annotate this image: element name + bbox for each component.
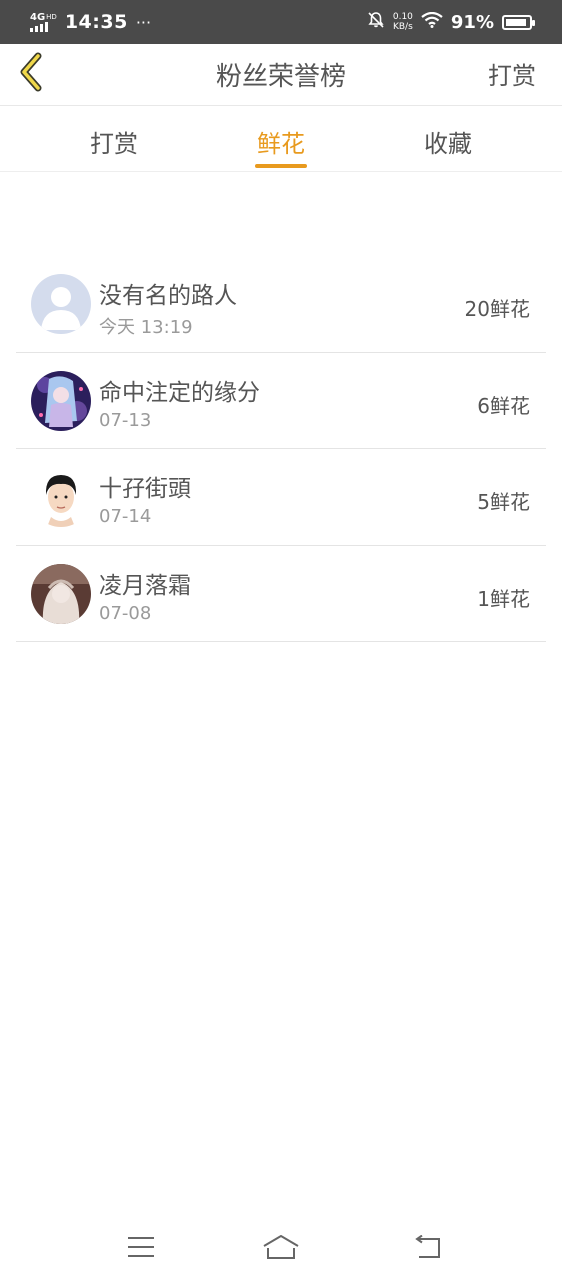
- fan-time: 07-08: [99, 602, 152, 624]
- fan-name: 命中注定的缘分: [99, 379, 260, 406]
- flower-count: 20鲜花: [464, 297, 530, 321]
- reward-button[interactable]: 打赏: [488, 56, 536, 91]
- menu-icon: [128, 1237, 154, 1257]
- fan-time: 今天 13:19: [99, 317, 193, 338]
- back-nav-button[interactable]: [408, 1230, 448, 1264]
- home-button[interactable]: [261, 1230, 301, 1264]
- fan-time: 07-14: [99, 506, 152, 527]
- anime-girl-avatar-icon: [31, 370, 91, 431]
- list-item[interactable]: 没有名的路人 今天 13:19 20鲜花: [16, 256, 546, 353]
- bell-off-icon: [367, 11, 385, 34]
- battery-icon: [502, 14, 535, 30]
- back-icon: [415, 1235, 440, 1258]
- status-bar: 4G HD 14:35 ··· 0.10 KB/s 91%: [0, 0, 562, 44]
- clock: 14:35: [64, 11, 128, 33]
- active-tab-indicator: [255, 164, 307, 168]
- speed-unit: KB/s: [392, 22, 413, 32]
- tab-reward[interactable]: 打赏: [54, 124, 174, 159]
- tab-bar: 打赏 鲜花 收藏: [0, 106, 562, 172]
- network-speed: 0.10 KB/s: [393, 12, 413, 32]
- flower-count: 5鲜花: [477, 490, 530, 514]
- fan-ranking-list: 没有名的路人 今天 13:19 20鲜花 命中注定的缘分 07-13 6鲜花 十…: [16, 256, 546, 642]
- network-hd: HD: [46, 12, 57, 21]
- network-indicator: 4G HD: [30, 11, 57, 32]
- pale-figure-avatar-icon: [31, 563, 91, 624]
- avatar: [31, 563, 91, 624]
- list-item[interactable]: 凌月落霜 07-08 1鲜花: [16, 546, 546, 642]
- signal-icon: [30, 21, 48, 32]
- more-notifications-icon: ···: [135, 12, 152, 32]
- battery-fill: [506, 18, 526, 26]
- network-type: 4G: [30, 11, 46, 23]
- fan-name: 没有名的路人: [99, 283, 237, 309]
- home-icon: [263, 1235, 299, 1259]
- flower-count: 6鲜花: [477, 393, 530, 418]
- speed-value: 0.10: [392, 12, 413, 22]
- menu-button[interactable]: [121, 1230, 161, 1264]
- app-header: 粉丝荣誉榜 打赏: [0, 44, 562, 106]
- flower-count: 1鲜花: [477, 586, 530, 611]
- fan-name: 凌月落霜: [99, 572, 191, 599]
- status-right: 0.10 KB/s 91%: [367, 11, 535, 34]
- status-left: 4G HD 14:35 ···: [30, 11, 151, 33]
- page-title: 粉丝荣誉榜: [215, 62, 346, 92]
- tab-flowers[interactable]: 鲜花: [221, 124, 341, 159]
- list-item[interactable]: 命中注定的缘分 07-13 6鲜花: [16, 353, 546, 449]
- avatar: [31, 467, 91, 527]
- fan-time: 07-13: [99, 409, 152, 431]
- system-nav-bar: [0, 1212, 562, 1280]
- list-item[interactable]: 十孖街頭 07-14 5鲜花: [16, 449, 546, 546]
- avatar: [31, 274, 91, 334]
- short-hair-person-avatar-icon: [31, 467, 91, 527]
- battery-percent: 91%: [450, 11, 494, 33]
- tab-favorites[interactable]: 收藏: [388, 124, 508, 159]
- wifi-icon: [421, 11, 443, 33]
- avatar: [31, 370, 91, 431]
- default-user-avatar-icon: [31, 274, 91, 334]
- fan-name: 十孖街頭: [99, 476, 191, 502]
